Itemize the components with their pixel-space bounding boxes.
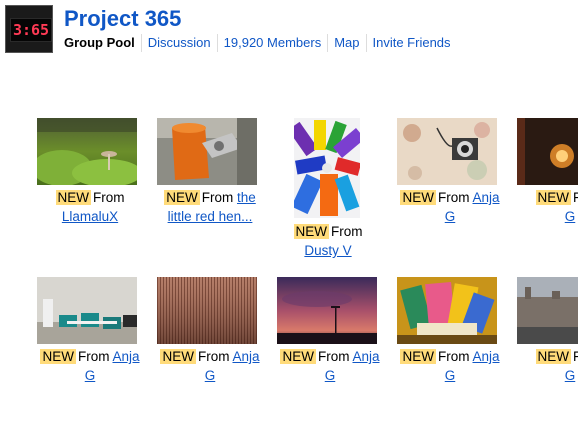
photo-candle-image — [517, 118, 578, 185]
nav-discussion[interactable]: Discussion — [140, 34, 217, 52]
new-badge: NEW — [535, 190, 571, 205]
from-label: From — [331, 224, 363, 239]
photo-thumbnail[interactable] — [397, 118, 497, 185]
photo-moss-image — [37, 118, 137, 185]
photo-caption: NEW From Anja G — [394, 188, 506, 226]
new-badge: NEW — [160, 349, 196, 364]
author-link[interactable]: the — [237, 190, 256, 205]
photo-camera-image — [397, 118, 497, 185]
photo-caption: NEW From Anja G — [274, 347, 386, 385]
author-link[interactable]: Anja — [472, 349, 499, 364]
new-badge: NEW — [55, 190, 91, 205]
photo-thumbnail[interactable] — [277, 277, 377, 344]
author-link[interactable]: G — [565, 209, 576, 224]
photo-candy-image — [397, 277, 497, 344]
author-link[interactable]: little red hen... — [168, 209, 253, 224]
from-label: From — [437, 349, 470, 364]
nav-invite-friends[interactable]: Invite Friends — [365, 34, 457, 52]
author-link[interactable]: LlamaluX — [62, 209, 118, 224]
photo-caption: NEW From LlamaluX — [34, 188, 146, 226]
photo-caption: NEW From Anja G — [34, 347, 146, 385]
nav-map[interactable]: Map — [327, 34, 365, 52]
photo-sunset-image — [277, 277, 377, 344]
photo-caption: NEW From Anja G — [154, 347, 266, 385]
photo-thumbnail[interactable] — [294, 118, 360, 218]
author-link[interactable]: G — [325, 368, 336, 383]
nav-group-pool: Group Pool — [64, 35, 135, 50]
photo-thumbnail[interactable] — [157, 277, 257, 344]
clock-icon: 3:65 — [10, 18, 52, 42]
from-label: From — [573, 190, 578, 205]
author-link[interactable]: Anja — [472, 190, 499, 205]
photo-caption: NEWFrom G — [514, 188, 578, 226]
photo-caption: NEW From Dusty V — [272, 222, 384, 260]
new-badge: NEW — [164, 190, 200, 205]
group-pool-page: 3:65 Project 365 Group Pool Discussion 19,… — [0, 0, 578, 434]
photo-markers-image — [294, 118, 360, 218]
author-link[interactable]: Anja — [352, 349, 379, 364]
new-badge: NEW — [293, 224, 329, 239]
from-label: From — [201, 190, 234, 205]
new-badge: NEW — [280, 349, 316, 364]
new-badge: NEW — [400, 190, 436, 205]
author-link[interactable]: G — [205, 368, 216, 383]
photo-thumbnail[interactable] — [397, 277, 497, 344]
photo-thumbnail[interactable] — [517, 277, 578, 344]
from-label: From — [77, 349, 110, 364]
author-link[interactable]: G — [445, 209, 456, 224]
photo-office-image — [37, 277, 137, 344]
photo-caption: NEW From Anja G — [394, 347, 506, 385]
author-link[interactable]: G — [85, 368, 96, 383]
from-label: From — [437, 190, 470, 205]
photo-bucket-image — [157, 118, 257, 185]
from-label: From — [317, 349, 350, 364]
author-link[interactable]: G — [565, 368, 576, 383]
photo-city-image — [517, 277, 578, 344]
photo-thumbnail[interactable] — [517, 118, 578, 185]
from-label: From — [197, 349, 230, 364]
new-badge: NEW — [535, 349, 571, 364]
author-link[interactable]: Anja — [232, 349, 259, 364]
photo-texture-image — [157, 277, 257, 344]
author-link[interactable]: Anja — [112, 349, 139, 364]
nav-members[interactable]: 19,920 Members — [216, 34, 328, 52]
new-badge: NEW — [40, 349, 76, 364]
author-link[interactable]: Dusty V — [304, 243, 351, 258]
group-nav: Group Pool Discussion 19,920 Members Map Inv… — [64, 34, 457, 52]
photo-thumbnail[interactable] — [37, 277, 137, 344]
group-title[interactable]: Project 365 — [64, 5, 181, 33]
new-badge: NEW — [400, 349, 436, 364]
photo-caption: NEW From the little red hen... — [154, 188, 266, 226]
from-label: From — [573, 349, 578, 364]
photo-thumbnail[interactable] — [37, 118, 137, 185]
author-link[interactable]: G — [445, 368, 456, 383]
group-avatar[interactable]: 3:65 — [5, 5, 53, 53]
photo-thumbnail[interactable] — [157, 118, 257, 185]
from-label: From — [93, 190, 125, 205]
photo-caption: NEWFrom G — [514, 347, 578, 385]
